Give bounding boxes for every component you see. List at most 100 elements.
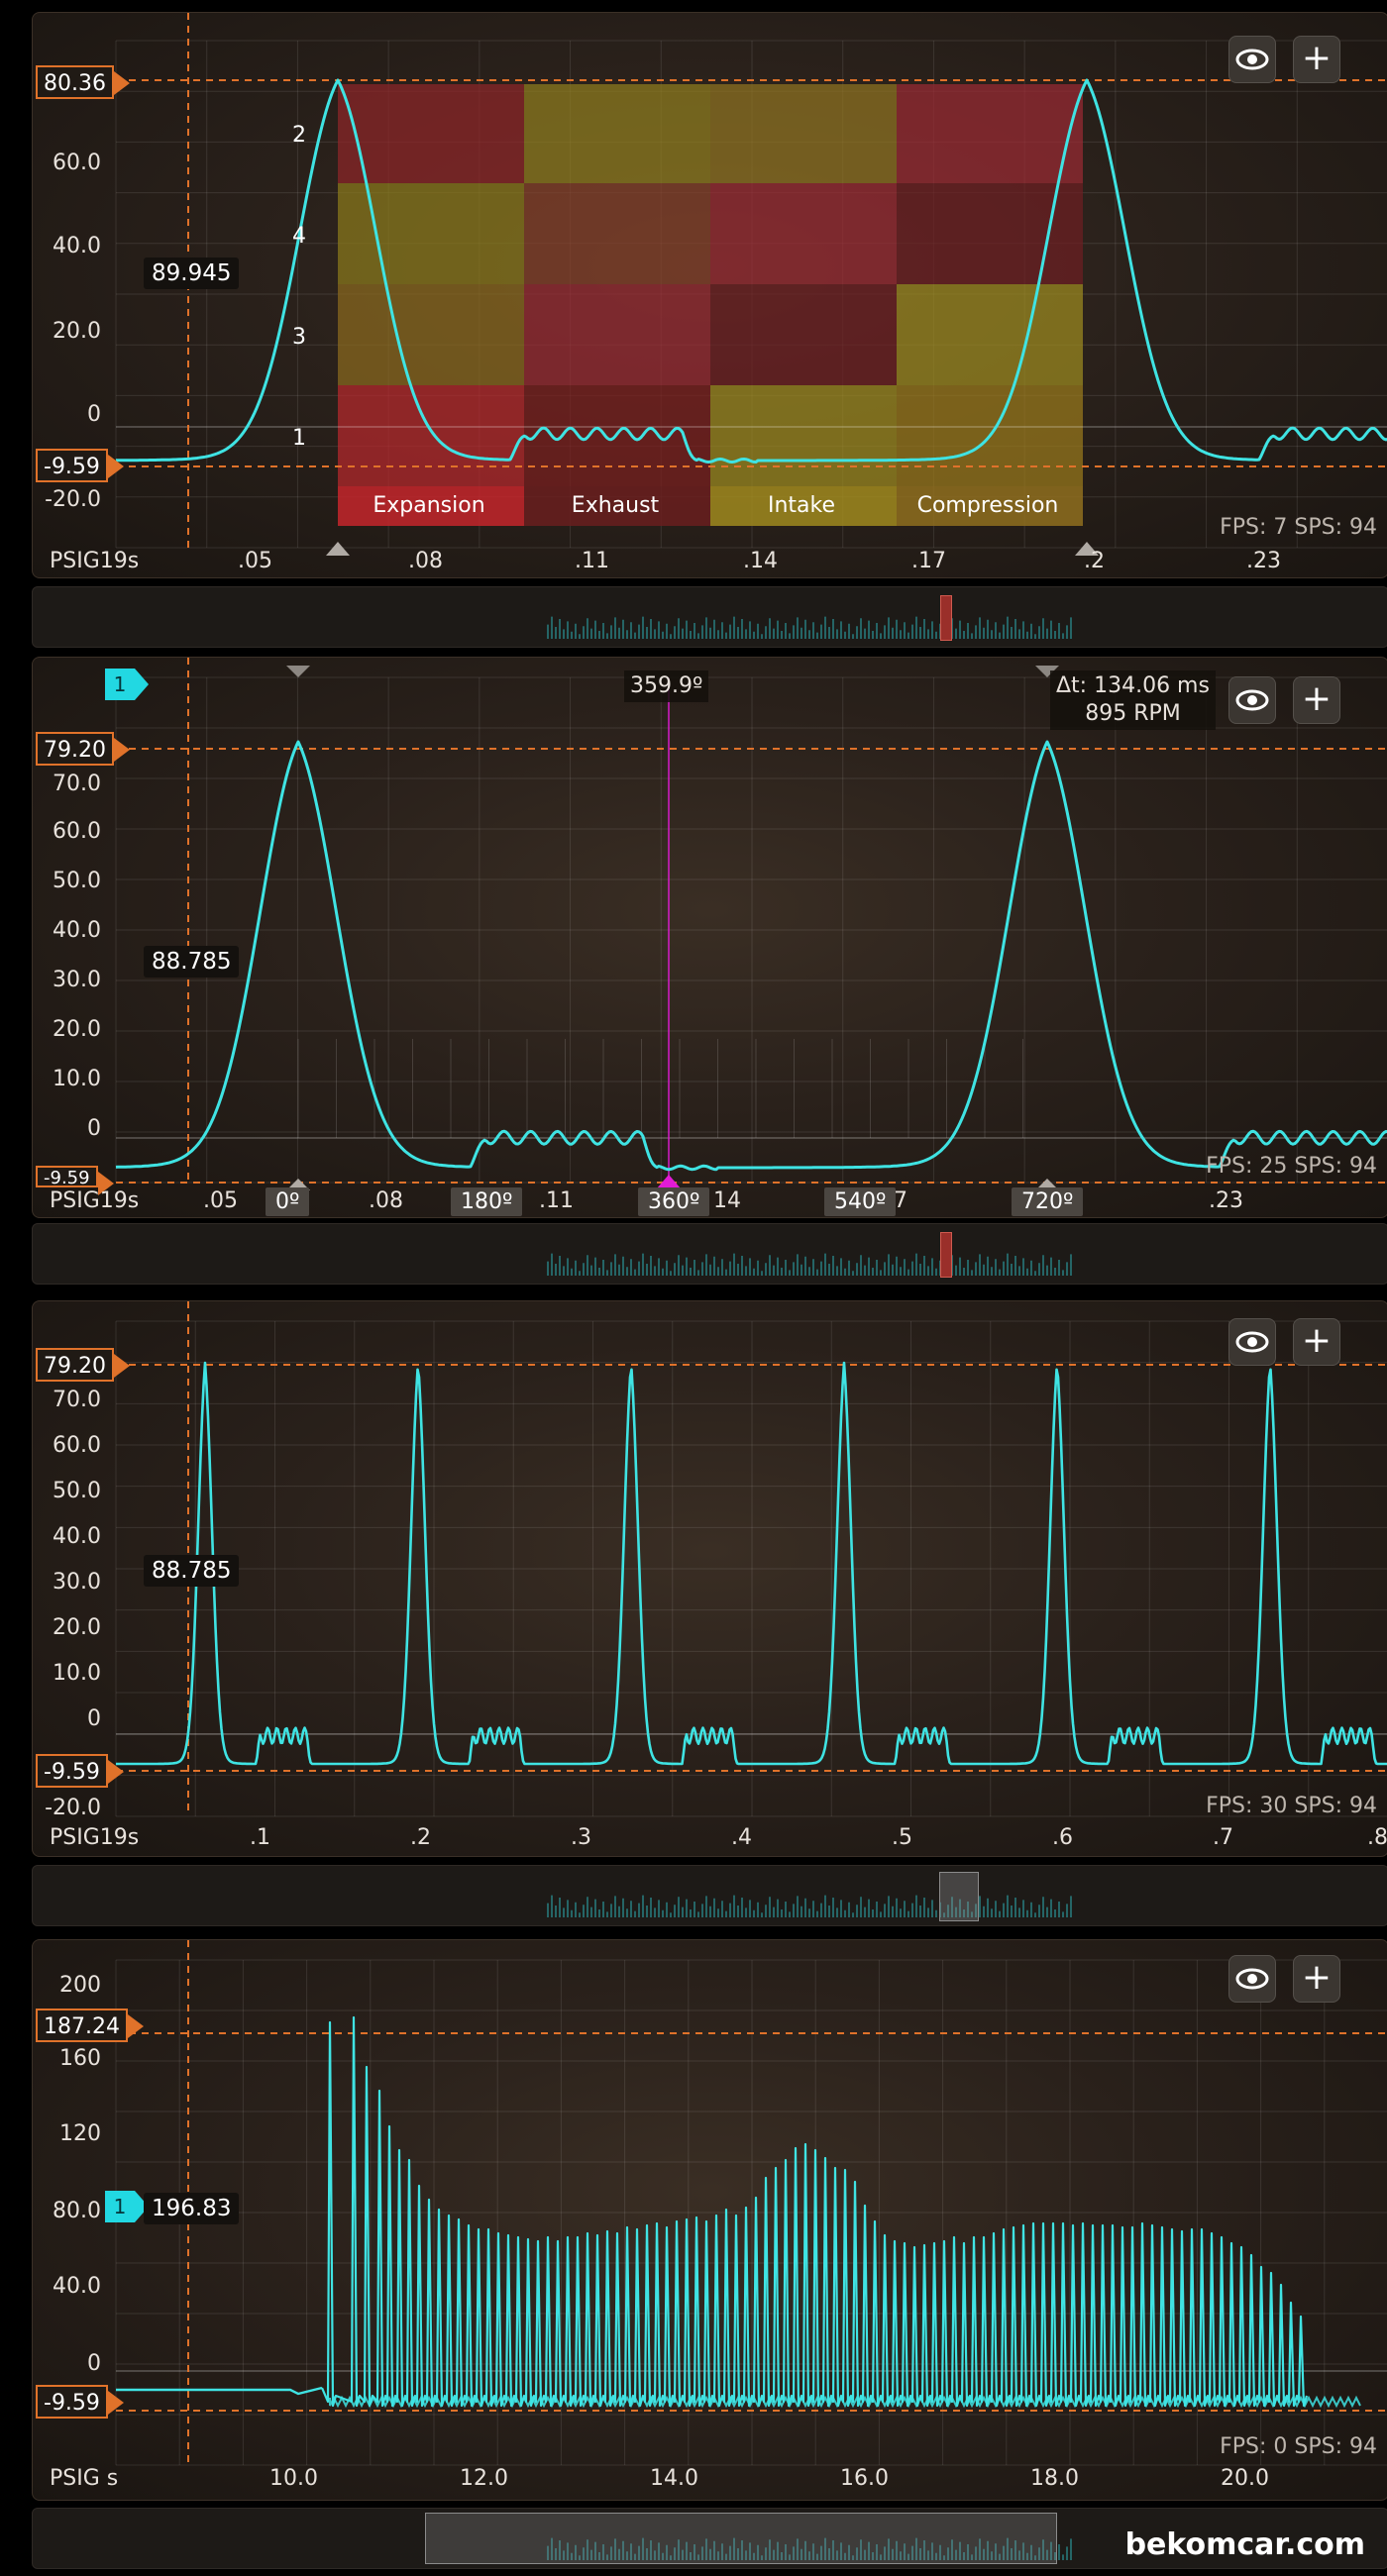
scroll-thumb[interactable] (939, 1872, 979, 1921)
overview-waveform (547, 1895, 1072, 1917)
cursor-value: 88.785 (144, 1555, 240, 1587)
scroll-thumb[interactable] (940, 595, 952, 641)
fps-readout: FPS: 30 SPS: 94 (1206, 1794, 1377, 1818)
cycle-cell (710, 84, 897, 183)
cursor-value: 196.83 (144, 2193, 240, 2224)
crank-degree-720[interactable]: 720º (1012, 1187, 1084, 1216)
x-tick: .11 (539, 1188, 574, 1213)
cylinder-label: 4 (292, 224, 306, 249)
panel-4-cranking: 187.24 -9.59 200 160 120 80.0 40.0 0 1 1… (0, 1931, 1387, 2576)
cursor-bottom-marker[interactable]: -9.59 (36, 2385, 124, 2419)
rpm: 895 RPM (1085, 701, 1181, 726)
cursor-value: 88.785 (144, 946, 240, 978)
watermark: bekomcar.com (1124, 2527, 1365, 2562)
tdc-top-marker (286, 666, 310, 677)
y-tick: 0 (87, 402, 101, 427)
plot-area-2[interactable] (32, 657, 1387, 1218)
x-tick: 14 (713, 1188, 741, 1213)
cycle-cell (897, 284, 1083, 385)
overview-scrollbar[interactable] (32, 586, 1387, 648)
y-tick: -20.0 (45, 487, 101, 512)
cursor-bottom-marker[interactable]: -9.59 (36, 449, 124, 482)
cycle-cell (710, 385, 897, 486)
tdc-marker (326, 542, 350, 556)
y-tick: 70.0 (53, 772, 101, 796)
scroll-thumb[interactable] (425, 2513, 1057, 2564)
crank-degree-0[interactable]: 0º (266, 1187, 310, 1216)
cycle-cell (338, 284, 524, 385)
delta-time-readout: Δt: 134.06 ms 895 RPM (1050, 670, 1216, 730)
eye-icon[interactable] (1228, 1955, 1276, 2003)
overview-waveform (547, 1253, 1072, 1276)
eye-icon[interactable] (1228, 36, 1276, 83)
crank-degree-360[interactable]: 360º (638, 1187, 710, 1216)
cycle-cell (710, 284, 897, 385)
x-tick: 14.0 (650, 2466, 698, 2491)
cursor-top-marker[interactable]: 79.20 (36, 732, 130, 766)
stroke-label-expansion: Expansion (373, 493, 485, 518)
x-tick: .05 (238, 549, 272, 573)
x-tick: .11 (575, 549, 609, 573)
y-tick: 70.0 (53, 1388, 101, 1412)
delta-t: Δt: 134.06 ms (1056, 673, 1210, 698)
y-tick: 60.0 (53, 819, 101, 844)
waveform-2 (115, 658, 1387, 1190)
y-tick: 50.0 (53, 1479, 101, 1503)
x-tick: 16.0 (840, 2466, 889, 2491)
fps-readout: FPS: 0 SPS: 94 (1220, 2434, 1377, 2459)
cycle-cell (897, 84, 1083, 183)
cycle-cell (338, 84, 524, 183)
x-tick: .2 (410, 1825, 431, 1850)
scroll-thumb[interactable] (940, 1232, 952, 1278)
cursor-top-marker[interactable]: 80.36 (36, 65, 130, 99)
cylinder-label: 3 (292, 325, 306, 350)
x-tick: .23 (1209, 1188, 1243, 1213)
plus-icon[interactable]: + (1293, 1955, 1340, 2003)
x-tick: .08 (408, 549, 443, 573)
y-tick: 10.0 (53, 1067, 101, 1091)
eye-icon[interactable] (1228, 676, 1276, 724)
y-tick: 30.0 (53, 1570, 101, 1595)
overview-waveform (547, 616, 1072, 639)
y-tick: -20.0 (45, 1796, 101, 1820)
y-tick: 60.0 (53, 151, 101, 175)
plus-icon[interactable]: + (1293, 676, 1340, 724)
x-tick: .8 (1367, 1825, 1387, 1850)
stroke-label-compression: Compression (916, 493, 1059, 518)
y-unit: PSIG s (50, 2466, 119, 2491)
cursor-top-marker[interactable]: 79.20 (36, 1348, 130, 1382)
crank-degree-180[interactable]: 180º (451, 1187, 523, 1216)
crank-degree-540[interactable]: 540º (824, 1187, 897, 1216)
cycle-cell (338, 183, 524, 284)
panel-1-cylinder-cycle: 80.36 -9.59 60.0 40.0 20.0 0 -20.0 89.94… (0, 0, 1387, 648)
overview-scrollbar[interactable] (32, 1865, 1387, 1926)
y-tick: 40.0 (53, 918, 101, 943)
y-unit: PSIG19s (50, 1825, 140, 1850)
plus-icon[interactable]: + (1293, 36, 1340, 83)
plus-icon[interactable]: + (1293, 1318, 1340, 1366)
cursor-bottom-marker[interactable]: -9.59 (36, 1754, 124, 1788)
y-tick: 160 (59, 2046, 101, 2071)
cycle-cell (524, 284, 710, 385)
cylinder-label: 1 (292, 426, 306, 451)
channel-flag[interactable]: 1 (105, 669, 149, 700)
cycle-cell (338, 385, 524, 486)
x-tick: .23 (1246, 549, 1281, 573)
y-unit: PSIG19s (50, 1188, 140, 1213)
cursor-top-marker[interactable]: 187.24 (36, 2009, 144, 2042)
x-tick: .6 (1052, 1825, 1073, 1850)
y-tick: 0 (87, 1116, 101, 1141)
overview-scrollbar[interactable] (32, 1223, 1387, 1285)
stroke-label-intake: Intake (767, 493, 836, 518)
x-tick: .14 (743, 549, 778, 573)
eye-icon[interactable] (1228, 1318, 1276, 1366)
x-tick: 18.0 (1030, 2466, 1079, 2491)
y-tick: 40.0 (53, 1524, 101, 1549)
y-tick: 20.0 (53, 1017, 101, 1042)
panel-2-crank-angle: 1 79.20 -9.59 70.0 60.0 50.0 40.0 30.0 2… (0, 649, 1387, 1288)
channel-flag[interactable]: 1 (105, 2191, 149, 2222)
overview-trace (547, 616, 1072, 639)
y-tick: 20.0 (53, 1615, 101, 1640)
cursor-bottom-marker[interactable]: -9.59 (36, 1166, 114, 1195)
y-tick: 50.0 (53, 869, 101, 893)
